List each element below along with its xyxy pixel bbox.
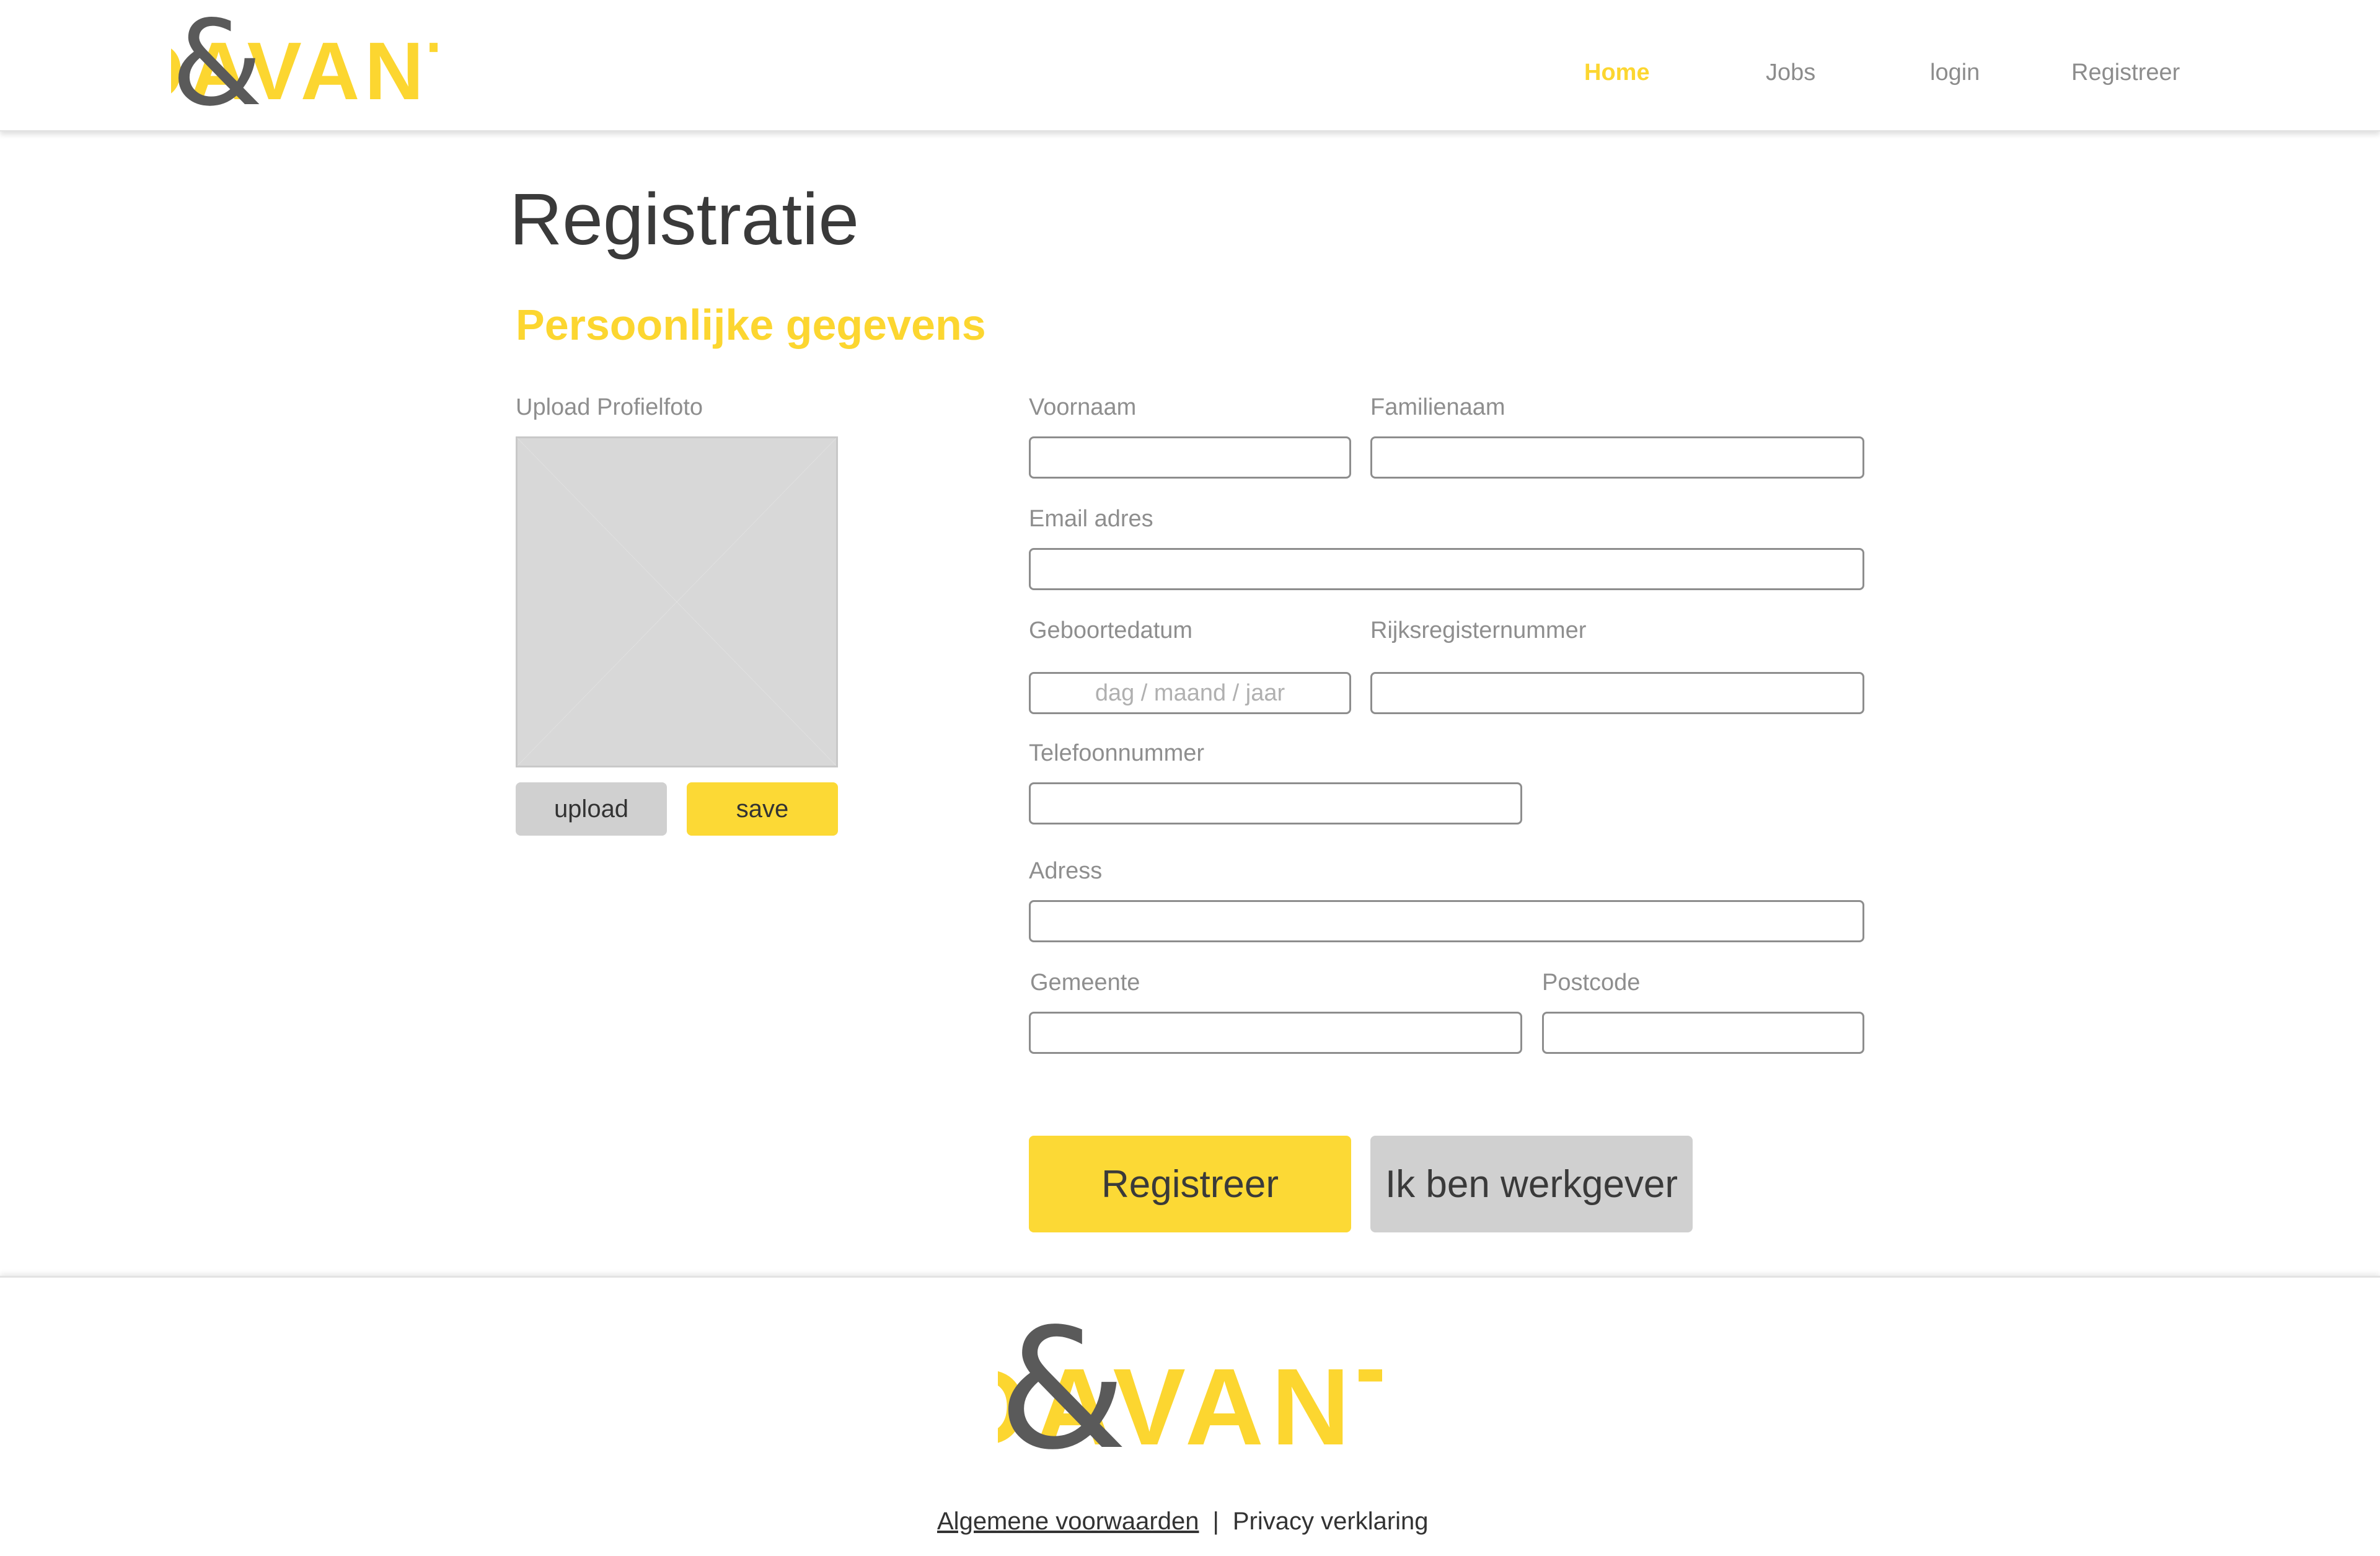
logo-ampersand: &: [171, 12, 263, 112]
email-field[interactable]: [1029, 548, 1864, 590]
voornaam-field[interactable]: [1029, 436, 1351, 479]
geboortedatum-field[interactable]: [1029, 672, 1351, 714]
profile-photo-label: Upload Profielfoto: [516, 394, 703, 420]
upload-button[interactable]: upload: [516, 782, 667, 836]
davant-logo[interactable]: DAVANT &: [171, 12, 438, 112]
email-label: Email adres: [1029, 506, 1153, 532]
footer-separator: |: [1212, 1508, 1219, 1535]
terms-link[interactable]: Algemene voorwaarden: [937, 1508, 1199, 1535]
rijksregisternummer-field[interactable]: [1370, 672, 1864, 714]
voornaam-label: Voornaam: [1029, 394, 1137, 420]
nav-item-jobs[interactable]: Jobs: [1766, 60, 1815, 86]
site-header: DAVANT & Home Jobs login Registreer: [0, 0, 2380, 131]
nav-item-login[interactable]: login: [1930, 60, 1980, 86]
geboortedatum-label: Geboortedatum: [1029, 617, 1193, 643]
postcode-label: Postcode: [1542, 970, 1641, 996]
save-button[interactable]: save: [687, 782, 838, 836]
page-title: Registratie: [509, 179, 860, 260]
gemeente-label: Gemeente: [1030, 970, 1140, 996]
adress-label: Adress: [1029, 858, 1103, 884]
employer-button[interactable]: Ik ben werkgever: [1370, 1136, 1693, 1232]
register-button[interactable]: Registreer: [1029, 1136, 1351, 1232]
privacy-link[interactable]: Privacy verklaring: [1233, 1508, 1429, 1535]
footer-logo-ampersand: &: [998, 1314, 1127, 1457]
adress-field[interactable]: [1029, 900, 1864, 942]
section-title: Persoonlijke gegevens: [516, 301, 986, 349]
footer-links: Algemene voorwaarden | Privacy verklaring: [937, 1508, 1429, 1536]
telefoonnummer-field[interactable]: [1029, 782, 1522, 824]
nav-item-registreer[interactable]: Registreer: [2071, 60, 2180, 86]
familienaam-field[interactable]: [1370, 436, 1864, 479]
telefoonnummer-label: Telefoonnummer: [1029, 740, 1205, 766]
profile-photo-placeholder[interactable]: [516, 436, 838, 767]
familienaam-label: Familienaam: [1370, 394, 1505, 420]
postcode-field[interactable]: [1542, 1012, 1864, 1054]
davant-logo-footer[interactable]: DAVANT &: [998, 1314, 1382, 1457]
rijksregisternummer-label: Rijksregisternummer: [1370, 617, 1587, 643]
nav-item-home[interactable]: Home: [1584, 60, 1650, 86]
image-placeholder-icon: [518, 438, 836, 766]
gemeente-field[interactable]: [1029, 1012, 1522, 1054]
